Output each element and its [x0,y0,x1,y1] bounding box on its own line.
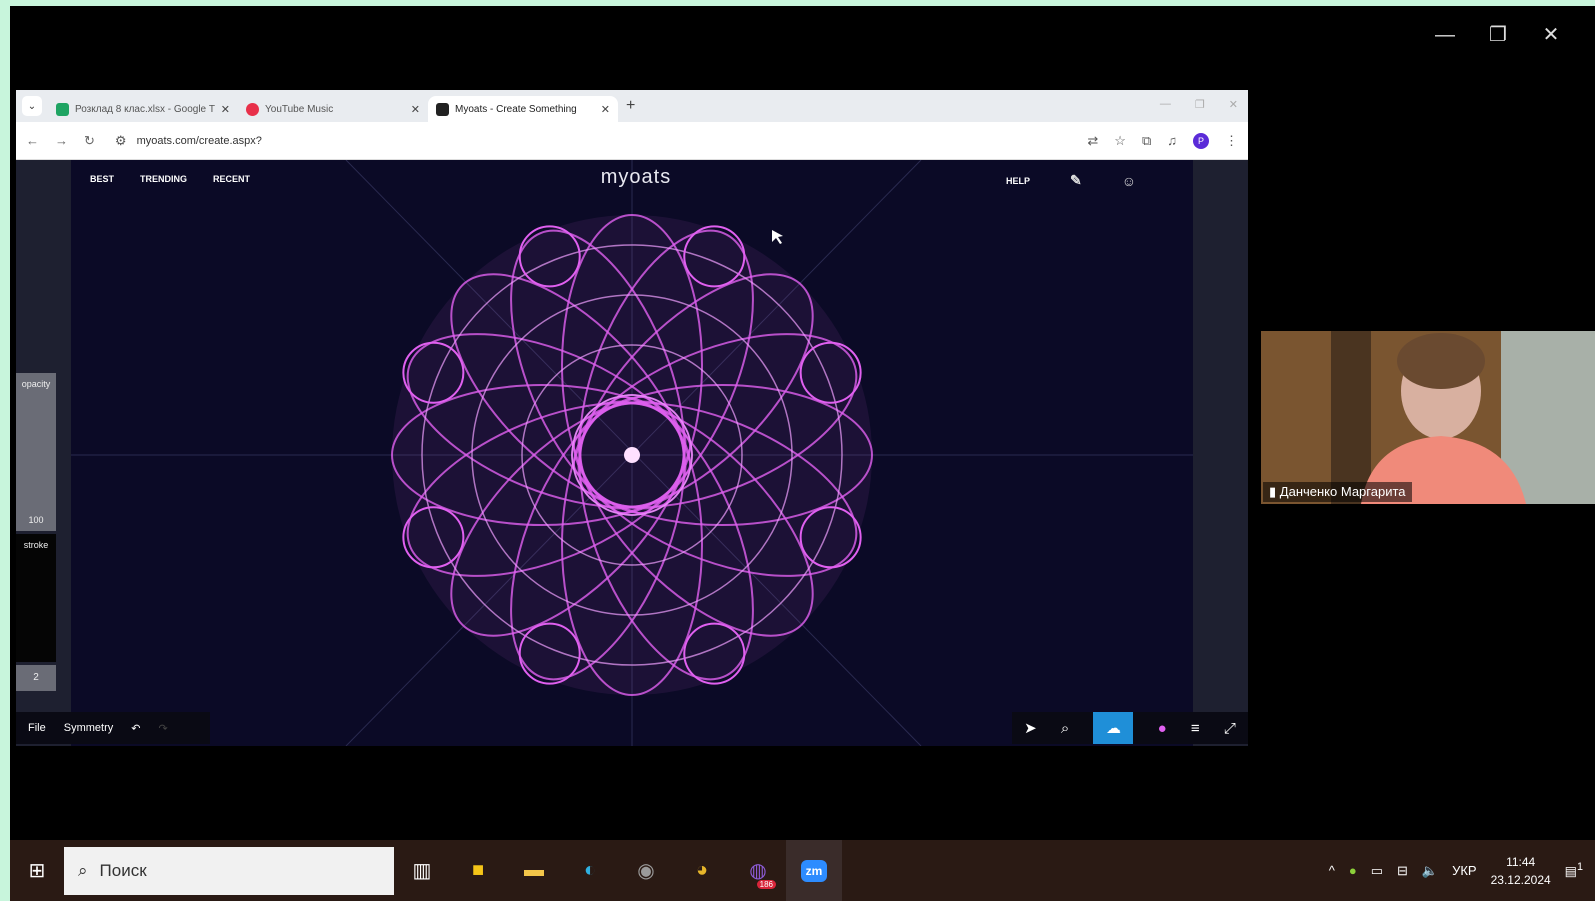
new-tab-button[interactable]: + [626,97,635,115]
top-right-nav: HELP ✎ ☺ [1006,172,1136,189]
battery-icon[interactable]: ▭ [1371,863,1383,879]
select-arrow-icon[interactable]: ➤ [1024,719,1037,737]
brush-icon[interactable]: ☁ [1093,712,1134,744]
stroke-label: stroke [23,540,49,550]
right-toolbar [1193,160,1248,746]
tab-youtube-music[interactable]: YouTube Music ✕ [238,96,428,122]
notes-app-icon[interactable]: ■ [450,840,506,901]
zoom-icon[interactable]: ⌕ [1061,720,1069,737]
system-tray: ^ ● ▭ ⊟ 🔈 УКР 11:44 23.12.2024 ▤1 [1329,840,1595,901]
nav-best[interactable]: BEST [90,174,114,184]
close-tab-icon[interactable]: ✕ [411,103,420,116]
bottom-right-toolbar: ➤ ⌕ ☁ ● ≡ ⤢ [1012,712,1248,744]
pen-icon[interactable]: ✎ [1070,172,1082,189]
zoom-participant-video: ▮ Данченко Маргарита [1261,331,1595,504]
edge-browser-icon[interactable]: ◐ [562,840,618,901]
screen-frame: — ❐ ✕ ⌄ Розклад 8 клас.xlsx - Google Т ✕… [10,6,1595,901]
tab-search-button[interactable]: ⌄ [22,96,42,116]
clock-time: 11:44 [1506,854,1536,869]
media-player-icon[interactable]: ◉ [618,840,674,901]
tab-title: YouTube Music [265,103,334,115]
forward-icon[interactable]: → [55,133,68,148]
tab-title: Розклад 8 клас.xlsx - Google Т [75,103,216,115]
taskbar-search[interactable]: ⌕ Поиск [64,846,394,895]
task-view-icon[interactable]: ▥ [394,840,450,901]
clock[interactable]: 11:44 23.12.2024 [1491,853,1551,889]
windows-start-icon[interactable]: ⊞ [10,840,64,901]
user-icon[interactable]: ☺ [1122,173,1136,189]
browser-window-controls: — ❐ ✕ [1160,98,1238,111]
media-controls-icon[interactable]: ♫ [1167,133,1177,148]
file-menu[interactable]: File [28,722,46,734]
restore-button[interactable]: ❐ [1478,20,1518,50]
windows-taskbar: ⊞ ⌕ Поиск ▥ ■ ▬ ◐ ◉ ◕ ◍ 186 zm ^ ● ▭ ⊟ 🔈 … [10,840,1595,901]
search-icon: ⌕ [78,860,88,880]
myoats-nav: BEST TRENDING RECENT [90,174,250,184]
participant-video-frame [1261,331,1595,504]
volume-icon[interactable]: 🔈 [1422,863,1438,879]
browser-restore-icon[interactable]: ❐ [1195,98,1205,111]
url-text[interactable]: myoats.com/create.aspx? [137,135,262,147]
chrome-icon[interactable]: ◕ [674,840,730,901]
bookmark-star-icon[interactable]: ☆ [1114,133,1126,149]
viber-badge: 186 [756,880,776,889]
browser-minimize-icon[interactable]: — [1160,98,1171,111]
tray-app-icon[interactable]: ● [1349,863,1357,878]
browser-window: ⌄ Розклад 8 клас.xlsx - Google Т ✕ YouTu… [16,90,1248,746]
bottom-left-toolbar: File Symmetry ↶ ↷ [16,712,210,744]
nav-recent[interactable]: RECENT [213,174,250,184]
network-icon[interactable]: ⊟ [1397,863,1408,879]
nav-trending[interactable]: TRENDING [140,174,187,184]
opacity-value: 100 [28,515,44,525]
myoats-page: opacity 100 stroke 2 BEST TRENDING RECEN… [16,160,1248,746]
color-drop-icon[interactable]: ● [1158,720,1167,737]
tab-bar: ⌄ Розклад 8 клас.xlsx - Google Т ✕ YouTu… [16,90,1248,122]
tab-title: Myoats - Create Something [455,103,577,115]
youtube-music-icon [246,102,259,116]
tab-spreadsheet[interactable]: Розклад 8 клас.xlsx - Google Т ✕ [48,96,238,122]
sheets-icon [56,102,69,116]
symmetry-menu[interactable]: Symmetry [64,722,114,734]
url-field[interactable]: ⚙ myoats.com/create.aspx? [110,127,1072,154]
myoats-favicon-icon [436,102,449,116]
redo-icon[interactable]: ↷ [158,722,167,735]
tab-myoats[interactable]: Myoats - Create Something ✕ [428,96,618,122]
canvas-art[interactable] [16,160,1248,746]
opacity-label: opacity [21,379,51,389]
signal-bars-icon: ▮ [1269,484,1277,499]
menu-kebab-icon[interactable]: ⋮ [1225,133,1238,149]
tray-overflow-icon[interactable]: ^ [1329,863,1335,878]
file-explorer-icon[interactable]: ▬ [506,840,562,901]
browser-close-icon[interactable]: ✕ [1229,98,1238,111]
extensions-icon[interactable]: ⧉ [1142,133,1151,149]
viber-icon[interactable]: ◍ 186 [730,840,786,901]
notifications-icon[interactable]: ▤1 [1565,861,1583,879]
search-placeholder: Поиск [99,860,147,880]
fullscreen-icon[interactable]: ⤢ [1224,720,1236,737]
reload-icon[interactable]: ↻ [84,133,95,149]
stroke-slider[interactable]: stroke [16,534,56,662]
opacity-slider[interactable]: opacity 100 [16,373,56,531]
close-tab-icon[interactable]: ✕ [221,103,230,116]
mouse-cursor-icon [772,230,783,244]
participant-name: ▮ Данченко Маргарита [1263,482,1412,502]
zoom-app-icon[interactable]: zm [786,840,842,901]
myoats-logo[interactable]: myoats [576,166,696,189]
address-bar: ← → ↻ ⚙ myoats.com/create.aspx? ⇄ ☆ ⧉ ♫ … [16,122,1248,160]
clock-date: 23.12.2024 [1490,872,1551,887]
stroke-value: 2 [16,665,56,691]
help-link[interactable]: HELP [1006,176,1030,186]
minimize-button[interactable]: — [1425,20,1465,50]
undo-icon[interactable]: ↶ [131,722,140,735]
language-indicator[interactable]: УКР [1452,863,1477,878]
back-icon[interactable]: ← [26,133,39,148]
close-tab-icon[interactable]: ✕ [601,103,610,116]
close-button[interactable]: ✕ [1531,20,1571,50]
translate-icon[interactable]: ⇄ [1087,133,1098,149]
layers-icon[interactable]: ≡ [1191,720,1200,737]
site-settings-icon[interactable]: ⚙ [115,133,127,149]
profile-avatar[interactable]: P [1193,132,1209,149]
